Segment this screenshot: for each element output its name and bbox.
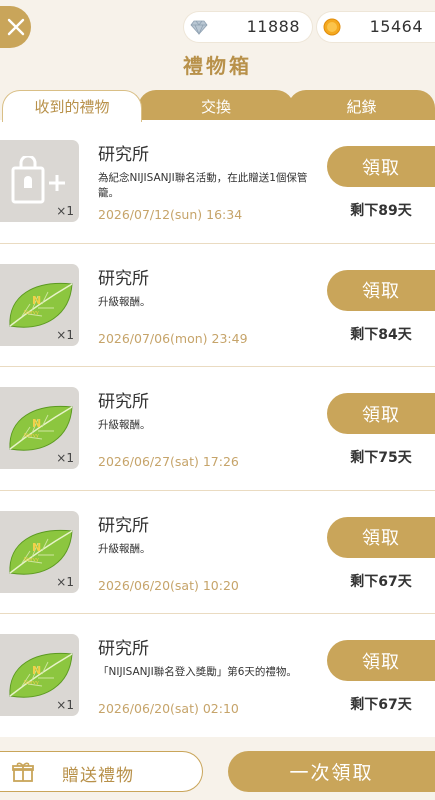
gift-remaining-days: 剩下67天	[350, 573, 412, 590]
gift-sender: 研究所	[98, 515, 149, 536]
gift-description: 升級報酬。	[98, 419, 151, 431]
page-title: 禮物箱	[183, 54, 252, 78]
gift-sender: 研究所	[98, 268, 149, 289]
leaf-icon: N Norvy	[9, 282, 73, 328]
claim-button[interactable]: 領取	[327, 640, 435, 681]
coin-value: 15464	[369, 17, 423, 36]
gift-description: 升級報酬。	[98, 542, 151, 555]
tab-bar: 交換 紀錄 收到的禮物	[0, 90, 435, 122]
claim-all-button[interactable]: 一次領取	[228, 751, 435, 792]
claim-button[interactable]: 領取	[327, 269, 435, 311]
gift-remaining-days: 剩下75天	[350, 450, 412, 466]
leaf-icon: N Norvy	[9, 652, 73, 698]
gift-row: ×1 研究所 為紀念NIJISANJI聯名活動，在此贈送1個保管籠。 2026/…	[0, 120, 435, 244]
gift-quantity: ×1	[56, 327, 74, 342]
gift-remaining-days: 剩下89天	[350, 203, 412, 219]
svg-text:Norvy: Norvy	[24, 433, 39, 439]
gift-sender: 研究所	[98, 639, 149, 659]
gift-row: N Norvy ×1 研究所 升級報酬。 2026/06/27(sat) 17:…	[0, 367, 435, 491]
gift-quantity: ×1	[56, 574, 74, 589]
gift-sender: 研究所	[98, 392, 149, 412]
diamond-icon	[190, 20, 208, 35]
gift-thumbnail: N Norvy ×1	[0, 263, 79, 346]
gift-remaining-days: 剩下67天	[350, 697, 412, 713]
send-gift-button[interactable]: 贈送禮物	[0, 751, 203, 792]
gift-quantity: ×1	[56, 451, 74, 465]
leaf-icon: N Norvy	[9, 405, 73, 451]
close-button[interactable]	[0, 6, 31, 48]
gift-thumbnail: N Norvy ×1	[0, 510, 79, 593]
coin-counter: 15464	[317, 12, 435, 42]
gift-quantity: ×1	[56, 204, 74, 218]
svg-text:Norvy: Norvy	[24, 557, 39, 563]
gift-thumbnail: N Norvy ×1	[0, 387, 79, 469]
gift-row: N Norvy ×1 研究所 「NIJISANJI聯名登入獎勵」第6天的禮物。 …	[0, 614, 435, 737]
gift-description: 為紀念NIJISANJI聯名活動，在此贈送1個保管籠。	[98, 172, 308, 199]
claim-button[interactable]: 領取	[327, 516, 435, 558]
gift-date: 2026/07/12(sun) 16:34	[98, 207, 243, 222]
tab-history[interactable]: 紀錄	[288, 90, 435, 122]
svg-text:N: N	[32, 664, 41, 677]
tab-received-gifts[interactable]: 收到的禮物	[2, 90, 142, 122]
gift-thumbnail: ×1	[0, 140, 79, 222]
gift-date: 2026/06/20(sat) 10:20	[98, 577, 239, 593]
coin-icon	[323, 18, 341, 36]
gift-quantity: ×1	[56, 698, 74, 712]
gift-icon	[12, 762, 34, 782]
gift-description: 「NIJISANJI聯名登入獎勵」第6天的禮物。	[98, 666, 297, 678]
claim-button[interactable]: 領取	[327, 393, 435, 434]
tab-exchange[interactable]: 交換	[138, 90, 294, 122]
svg-text:Norvy: Norvy	[24, 680, 39, 686]
svg-text:N: N	[32, 417, 41, 430]
top-bar: 11888 15464 禮物箱	[0, 0, 435, 90]
gift-remaining-days: 剩下84天	[350, 326, 412, 343]
svg-text:Norvy: Norvy	[24, 310, 39, 316]
gift-thumbnail: N Norvy ×1	[0, 634, 79, 716]
gift-list[interactable]: ×1 研究所 為紀念NIJISANJI聯名活動，在此贈送1個保管籠。 2026/…	[0, 120, 435, 737]
send-gift-label: 贈送禮物	[62, 766, 134, 786]
gift-date: 2026/07/06(mon) 23:49	[98, 330, 248, 346]
close-icon	[7, 18, 24, 36]
gift-row: N Norvy ×1 研究所 升級報酬。 2026/06/20(sat) 10:…	[0, 491, 435, 614]
bottom-bar: 贈送禮物 一次領取	[0, 737, 435, 800]
gift-bag-plus-icon	[11, 156, 65, 204]
leaf-icon: N Norvy	[9, 529, 73, 575]
svg-text:N: N	[32, 294, 41, 307]
claim-button[interactable]: 領取	[327, 146, 435, 187]
gift-description: 升級報酬。	[98, 295, 151, 308]
svg-text:N: N	[32, 541, 41, 554]
gift-row: N Norvy ×1 研究所 升級報酬。 2026/07/06(mon) 23:…	[0, 244, 435, 367]
gift-sender: 研究所	[98, 145, 149, 165]
gift-date: 2026/06/27(sat) 17:26	[98, 454, 239, 469]
gem-counter: 11888	[184, 12, 312, 42]
gift-date: 2026/06/20(sat) 02:10	[98, 701, 239, 716]
gem-value: 11888	[246, 17, 300, 36]
